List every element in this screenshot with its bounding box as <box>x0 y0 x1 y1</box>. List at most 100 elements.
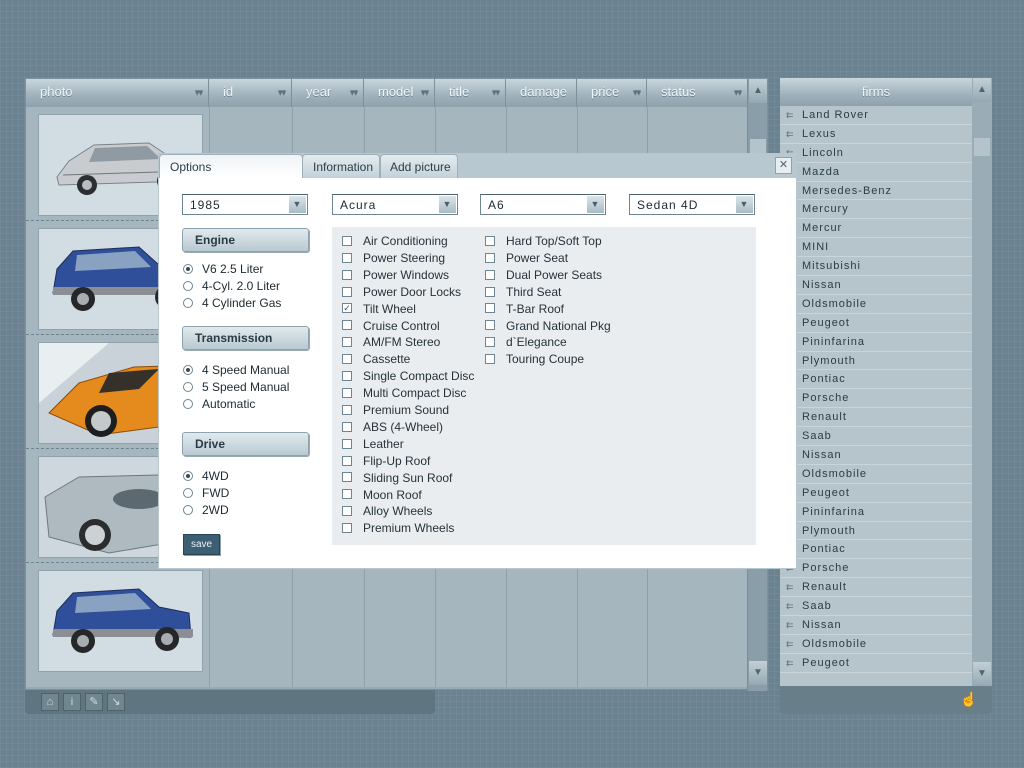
checkbox[interactable] <box>342 252 352 263</box>
firm-list-item[interactable]: ⇇Renault <box>780 578 972 598</box>
feature-option[interactable]: Alloy Wheels <box>342 504 432 520</box>
feature-option[interactable]: Cruise Control <box>342 319 440 335</box>
car-photo-blue-suv[interactable] <box>38 570 203 672</box>
drive-option[interactable]: 4WD <box>183 469 229 485</box>
sort-icon[interactable]: ▾▾ <box>492 87 500 98</box>
firm-list-item[interactable]: ⇇Porsche <box>780 389 972 409</box>
firm-list-item[interactable]: ⇇Pontiac <box>780 370 972 390</box>
firm-list-item[interactable]: ⇇Plymouth <box>780 522 972 541</box>
feature-option[interactable]: ✓ Tilt Wheel <box>342 302 416 318</box>
engine-option[interactable]: 4-Cyl. 2.0 Liter <box>183 279 280 295</box>
feature-option[interactable]: Multi Compact Disc <box>342 386 466 402</box>
checkbox[interactable] <box>342 404 352 415</box>
checkbox[interactable] <box>342 354 352 365</box>
firm-list-item[interactable]: ⇇Oldsmobile <box>780 465 972 484</box>
firm-list-item[interactable]: ⇇Saab <box>780 427 972 447</box>
scroll-down-icon[interactable]: ▼ <box>749 661 767 685</box>
transmission-section-header[interactable]: Transmission <box>182 326 309 350</box>
chevron-down-icon[interactable]: ▼ <box>289 196 306 213</box>
hand-cursor-icon[interactable]: ☝ <box>960 691 978 709</box>
engine-option[interactable]: 4 Cylinder Gas <box>183 296 281 312</box>
column-header-year[interactable]: year ▾▾ <box>292 79 364 107</box>
feature-option[interactable]: Sliding Sun Roof <box>342 471 452 487</box>
radio-button[interactable] <box>183 280 193 291</box>
firm-list-item[interactable]: ⇇Saab <box>780 597 972 617</box>
radio-button[interactable] <box>183 263 193 274</box>
firm-list-item[interactable]: ⇇Porsche <box>780 559 972 579</box>
feature-option[interactable]: ABS (4-Wheel) <box>342 420 443 436</box>
pencil-icon[interactable]: ✎ <box>85 693 103 711</box>
checkbox[interactable] <box>342 371 352 382</box>
checkbox[interactable] <box>342 421 352 432</box>
feature-option[interactable]: Cassette <box>342 352 410 368</box>
transmission-option[interactable]: 5 Speed Manual <box>183 380 289 396</box>
checked-checkbox[interactable]: ✓ <box>342 303 352 314</box>
feature-option[interactable]: Flip-Up Roof <box>342 454 430 470</box>
feature-option[interactable]: Single Compact Disc <box>342 369 474 385</box>
checkbox[interactable] <box>342 455 352 466</box>
radio-button[interactable] <box>183 470 193 481</box>
scroll-down-icon[interactable]: ▼ <box>973 662 991 686</box>
column-header-status[interactable]: status ▾▾ <box>647 79 748 107</box>
save-button[interactable]: save <box>183 534 220 555</box>
feature-option[interactable]: Premium Sound <box>342 403 449 419</box>
firm-list-item[interactable]: ⇇Mersedes-Benz <box>780 182 972 201</box>
chevron-down-icon[interactable]: ▼ <box>439 196 456 213</box>
tab-add-picture[interactable]: Add picture <box>380 154 458 178</box>
sort-icon[interactable]: ▾▾ <box>278 87 286 98</box>
make-select[interactable]: Acura ▼ <box>332 194 458 215</box>
sort-icon[interactable]: ▾▾ <box>734 87 742 98</box>
feature-option[interactable]: Grand National Pkg <box>485 319 611 335</box>
sort-icon[interactable]: ▾▾ <box>350 87 358 98</box>
checkbox[interactable] <box>485 354 495 365</box>
column-header-price[interactable]: price ▾▾ <box>577 79 647 107</box>
radio-button[interactable] <box>183 364 193 375</box>
drive-option[interactable]: 2WD <box>183 503 229 519</box>
feature-option[interactable]: Dual Power Seats <box>485 268 602 284</box>
year-select[interactable]: 1985 ▼ <box>182 194 308 215</box>
scroll-up-icon[interactable]: ▲ <box>749 79 767 103</box>
table-row[interactable] <box>26 563 748 677</box>
checkbox[interactable] <box>485 286 495 297</box>
firm-list-item[interactable]: ⇇Peugeot <box>780 654 972 673</box>
firm-list-item[interactable]: ⇇Pininfarina <box>780 333 972 352</box>
firm-list-item[interactable]: ⇇Plymouth <box>780 352 972 371</box>
firm-list-item[interactable]: ⇇Renault <box>780 408 972 428</box>
body-style-select[interactable]: Sedan 4D ▼ <box>629 194 755 215</box>
firm-list-item[interactable]: ⇇Mazda <box>780 163 972 182</box>
chevron-down-icon[interactable]: ▼ <box>587 196 604 213</box>
column-header-model[interactable]: model ▾▾ <box>364 79 435 107</box>
column-header-id[interactable]: id ▾▾ <box>209 79 292 107</box>
radio-button[interactable] <box>183 398 193 409</box>
feature-option[interactable]: Leather <box>342 437 404 453</box>
checkbox[interactable] <box>485 252 495 263</box>
checkbox[interactable] <box>342 438 352 449</box>
firm-list-item[interactable]: ⇇Pontiac <box>780 540 972 560</box>
checkbox[interactable] <box>342 472 352 483</box>
checkbox[interactable] <box>342 235 352 246</box>
checkbox[interactable] <box>342 387 352 398</box>
scroll-up-icon[interactable]: ▲ <box>973 78 991 102</box>
firm-list-item[interactable]: ⇇Nissan <box>780 276 972 295</box>
engine-option[interactable]: V6 2.5 Liter <box>183 262 263 278</box>
sort-icon[interactable]: ▾▾ <box>633 87 641 98</box>
firm-list-item[interactable]: ⇇Oldsmobile <box>780 295 972 314</box>
drive-option[interactable]: FWD <box>183 486 229 502</box>
firm-list-item[interactable]: ⇇ Land Rover <box>780 106 972 125</box>
checkbox[interactable] <box>485 303 495 314</box>
firm-list-item[interactable]: ⇇Peugeot <box>780 484 972 503</box>
feature-option[interactable]: AM/FM Stereo <box>342 335 440 351</box>
firm-list-item[interactable]: ⇇ Lexus <box>780 125 972 144</box>
feature-option[interactable]: Air Conditioning <box>342 234 448 250</box>
feature-option[interactable]: T-Bar Roof <box>485 302 564 318</box>
firm-list-item[interactable]: ⇇Oldsmobile <box>780 635 972 654</box>
chevron-down-icon[interactable]: ▼ <box>736 196 753 213</box>
checkbox[interactable] <box>342 506 352 517</box>
home-icon[interactable]: ⌂ <box>41 693 59 711</box>
radio-button[interactable] <box>183 297 193 308</box>
feature-option[interactable]: Power Steering <box>342 251 445 267</box>
radio-button[interactable] <box>183 487 193 498</box>
firm-list-item[interactable]: ⇇Peugeot <box>780 314 972 333</box>
column-header-title[interactable]: title ▾▾ <box>435 79 506 107</box>
firm-list-item[interactable]: ⇇Nissan <box>780 616 972 635</box>
